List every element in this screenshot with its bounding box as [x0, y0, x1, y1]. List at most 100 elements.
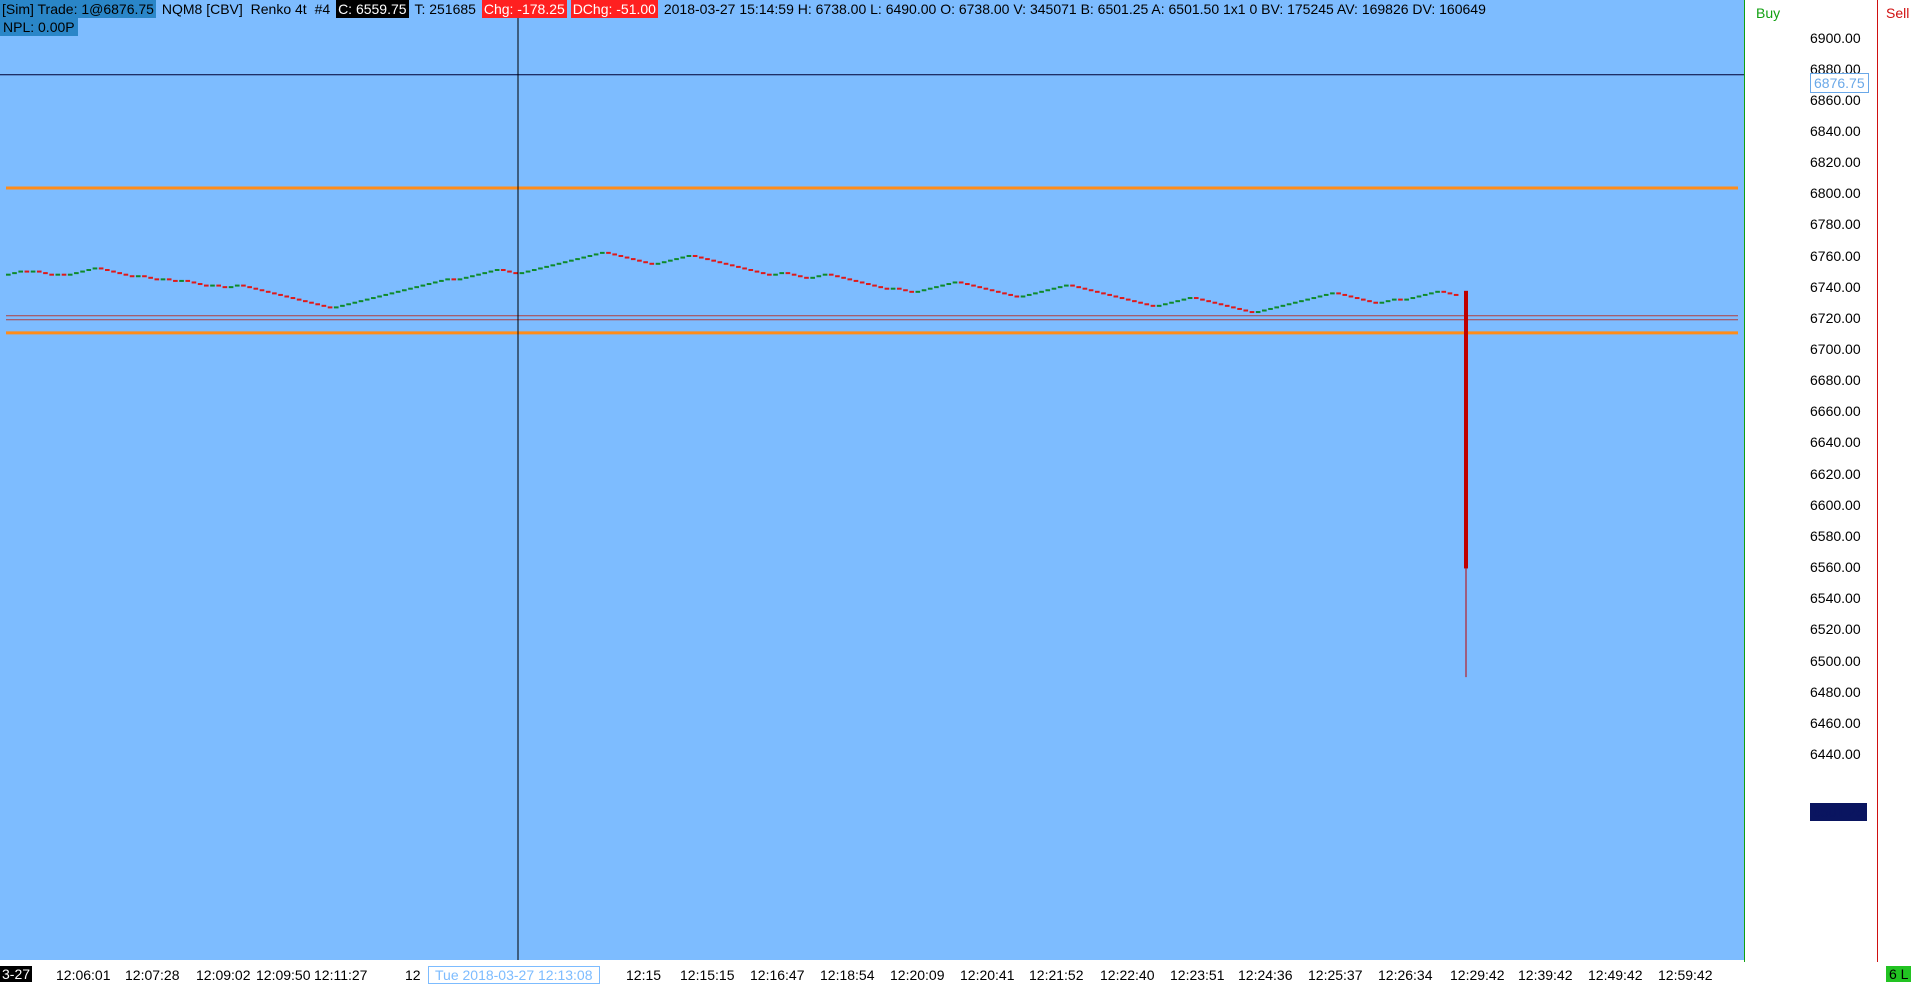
x-tick-label: 12:16:47 — [750, 967, 805, 983]
renko-brick-down — [1076, 286, 1082, 289]
renko-brick-up — [1175, 300, 1181, 303]
renko-brick-up — [377, 295, 382, 298]
renko-brick-down — [1373, 301, 1379, 304]
renko-brick-up — [414, 286, 419, 289]
x-tick-label: 12 — [405, 967, 421, 983]
renko-brick-down — [754, 270, 760, 273]
renko-brick-up — [668, 259, 673, 262]
renko-brick-down — [791, 273, 797, 276]
renko-brick-down — [965, 283, 970, 286]
renko-brick-up — [946, 283, 952, 286]
renko-brick-up — [333, 306, 339, 309]
renko-brick-up — [1311, 297, 1317, 300]
renko-brick-down — [767, 273, 772, 276]
renko-brick-down — [123, 273, 129, 276]
renko-brick-up — [934, 286, 939, 289]
renko-brick-up — [160, 278, 166, 281]
renko-brick-up — [1039, 290, 1044, 293]
crosshair-time-label: Tue 2018-03-27 12:13:08 — [428, 966, 600, 984]
renko-brick-down — [841, 276, 846, 279]
renko-brick-down — [1342, 293, 1348, 296]
renko-brick-down — [878, 286, 884, 289]
y-tick-label: 6460.00 — [1810, 714, 1861, 731]
x-tick-label: 12:26:34 — [1378, 967, 1433, 983]
y-tick-label: 6700.00 — [1810, 341, 1861, 357]
renko-brick-down — [983, 287, 989, 290]
renko-brick-up — [1317, 295, 1323, 298]
renko-brick-up — [1064, 284, 1069, 287]
y-tick-label: 6860.00 — [1810, 91, 1861, 108]
renko-brick-down — [1243, 309, 1249, 312]
renko-brick-down — [612, 253, 617, 256]
renko-brick-down — [1206, 300, 1211, 303]
renko-brick-up — [1033, 292, 1038, 295]
renko-brick-down — [222, 286, 228, 289]
y-tick-label: 6680.00 — [1810, 372, 1861, 389]
renko-brick-up — [1274, 306, 1280, 309]
renko-brick-down — [142, 275, 147, 278]
trade-info[interactable]: [Sim] Trade: 1@6876.75 — [0, 0, 156, 18]
renko-brick-up — [1169, 301, 1174, 304]
y-tick-label: 6800.00 — [1810, 185, 1861, 202]
sell-button[interactable]: Sell — [1886, 5, 1909, 21]
renko-brick-down — [785, 272, 791, 275]
chart-id-label: #4 — [314, 1, 331, 17]
chart-plot-area[interactable] — [0, 0, 1744, 960]
renko-brick-up — [1416, 295, 1422, 298]
renko-brick-down — [797, 275, 803, 278]
renko-brick-down — [1218, 303, 1224, 306]
renko-brick-up — [519, 272, 525, 275]
chart-info-bar: [Sim] Trade: 1@6876.75 NQM8 [CBV] Renko … — [0, 0, 1488, 18]
x-tick-label: 12:23:51 — [1170, 967, 1225, 983]
drop-brick-body — [1464, 290, 1468, 569]
renko-brick-down — [507, 270, 512, 273]
price-axis-panel[interactable] — [1744, 0, 1916, 984]
renko-brick-down — [129, 275, 135, 278]
drop-bar — [1464, 290, 1468, 678]
y-tick-label: 6560.00 — [1810, 559, 1861, 576]
renko-brick-down — [1336, 292, 1341, 295]
renko-brick-up — [1323, 293, 1329, 296]
chart-type-label[interactable]: Renko 4t — [249, 0, 309, 18]
symbol-label[interactable]: NQM8 [CBV] — [160, 0, 245, 18]
renko-brick-down — [835, 275, 840, 278]
x-tick-label: 12:20:09 — [890, 967, 945, 983]
renko-brick-down — [989, 289, 995, 292]
x-tick-label: 12:21:52 — [1029, 967, 1084, 983]
renko-brick-down — [98, 267, 104, 270]
renko-brick-up — [593, 253, 599, 256]
renko-brick-up — [389, 292, 395, 295]
renko-brick-up — [488, 270, 494, 273]
renko-brick-down — [1348, 295, 1354, 298]
renko-brick-up — [575, 258, 580, 261]
y-tick-label: 6440.00 — [1810, 745, 1861, 762]
renko-brick-up — [494, 269, 500, 272]
y-tick-label: 6840.00 — [1810, 122, 1861, 139]
renko-brick-down — [1119, 297, 1125, 300]
renko-brick-up — [12, 272, 17, 275]
renko-brick-up — [1026, 293, 1032, 296]
renko-brick-up — [470, 275, 475, 278]
renko-brick-down — [203, 284, 209, 287]
renko-brick-up — [1385, 300, 1391, 303]
buy-button[interactable]: Buy — [1756, 5, 1780, 21]
renko-brick-down — [760, 272, 766, 275]
renko-brick-down — [216, 284, 222, 287]
renko-brick-down — [742, 267, 747, 270]
renko-brick-down — [451, 278, 457, 281]
y-tick-label: 6760.00 — [1810, 247, 1861, 264]
y-tick-label: 6820.00 — [1810, 154, 1861, 171]
renko-brick-up — [556, 262, 562, 265]
renko-brick-up — [234, 284, 240, 287]
renko-brick-up — [420, 284, 426, 287]
renko-chart[interactable] — [0, 0, 1744, 960]
renko-brick-down — [903, 289, 908, 292]
renko-brick-up — [674, 258, 679, 261]
renko-brick-down — [804, 276, 809, 279]
y-tick-label: 6640.00 — [1810, 434, 1861, 451]
renko-brick-up — [408, 287, 413, 290]
level-lines — [0, 74, 1744, 335]
y-tick-label: 6740.00 — [1810, 278, 1861, 295]
renko-brick-up — [569, 259, 574, 262]
renko-brick-up — [340, 304, 345, 307]
